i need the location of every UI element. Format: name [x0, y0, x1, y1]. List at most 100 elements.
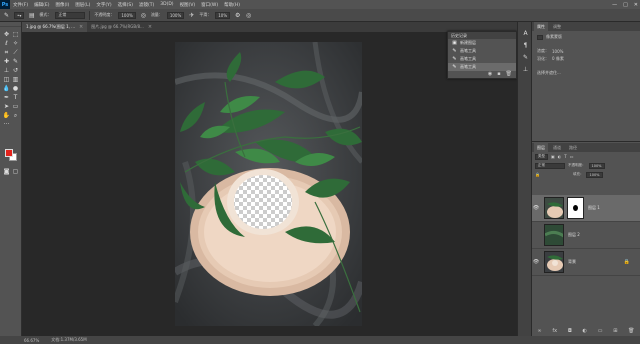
- blur-tool-icon[interactable]: 💧: [2, 84, 11, 93]
- camera-icon[interactable]: ▪: [497, 71, 500, 77]
- maximize-button[interactable]: □: [623, 2, 628, 8]
- foreground-color-swatch[interactable]: [5, 149, 13, 157]
- trash-icon[interactable]: 🗑: [506, 71, 512, 77]
- history-item[interactable]: ▣ 新建图层: [448, 39, 516, 47]
- fill-field[interactable]: 100%: [586, 171, 603, 178]
- brush-size-picker[interactable]: •▾: [14, 11, 25, 19]
- smoothing-field[interactable]: 10%: [215, 11, 231, 19]
- group-icon[interactable]: ▭: [598, 328, 603, 334]
- airbrush-icon[interactable]: ✈: [188, 12, 195, 19]
- layer-row[interactable]: 👁 背景 🔒: [532, 249, 640, 276]
- toolbar-grip[interactable]: [0, 22, 21, 27]
- dodge-tool-icon[interactable]: ●: [11, 84, 20, 93]
- screen-mode-icon[interactable]: ▢: [11, 167, 20, 176]
- move-tool-icon[interactable]: ✥: [2, 30, 11, 39]
- layer-opacity-field[interactable]: 100%: [588, 162, 605, 169]
- path-select-icon[interactable]: ➤: [2, 102, 11, 111]
- visibility-eye-icon[interactable]: 👁: [532, 205, 540, 211]
- blend-mode-select[interactable]: 正常: [535, 162, 565, 169]
- document-canvas[interactable]: [175, 42, 362, 326]
- pressure-size-icon[interactable]: ◎: [245, 12, 252, 19]
- lasso-tool-icon[interactable]: ℓ: [2, 39, 11, 48]
- menu-layer[interactable]: 图层(L): [72, 2, 93, 8]
- pen-tool-icon[interactable]: ✒: [2, 93, 11, 102]
- refine-button[interactable]: 选择并遮住...: [537, 70, 561, 76]
- character-icon[interactable]: A: [521, 29, 530, 38]
- trash-icon[interactable]: 🗑: [628, 328, 634, 334]
- rectangle-tool-icon[interactable]: ▭: [11, 102, 20, 111]
- menu-select[interactable]: 选择(S): [115, 2, 136, 8]
- filter-adjust-icon[interactable]: ◐: [558, 154, 562, 159]
- minimize-button[interactable]: —: [612, 2, 617, 8]
- pressure-opacity-icon[interactable]: ◎: [140, 12, 147, 19]
- type-tool-icon[interactable]: T: [11, 93, 20, 102]
- crop-tool-icon[interactable]: ⌗: [2, 48, 11, 57]
- more-tools-icon[interactable]: ···: [2, 120, 11, 129]
- opacity-field[interactable]: 100%: [118, 11, 136, 19]
- gear-icon[interactable]: ⚙: [234, 12, 241, 19]
- new-layer-icon[interactable]: ⊞: [613, 328, 617, 334]
- canvas-area[interactable]: [22, 32, 517, 336]
- menu-help[interactable]: 帮助(H): [221, 2, 243, 8]
- filter-type-icon[interactable]: T: [564, 154, 566, 159]
- history-item-selected[interactable]: ✎ 画笔工具: [448, 63, 516, 71]
- lock-icons[interactable]: 🔒: [535, 172, 540, 177]
- quick-select-tool-icon[interactable]: ✧: [11, 39, 20, 48]
- history-item[interactable]: ✎ 画笔工具: [448, 55, 516, 63]
- layer-style-icon[interactable]: fx: [552, 328, 557, 334]
- flow-field[interactable]: 100%: [166, 11, 185, 19]
- close-button[interactable]: ✕: [634, 2, 638, 8]
- gradient-tool-icon[interactable]: ▥: [11, 75, 20, 84]
- tab-document-1[interactable]: 1.jpg @ 66.7%(图层 1, ... ×: [22, 22, 88, 32]
- tab-channels[interactable]: 通道: [550, 143, 564, 152]
- close-icon[interactable]: ×: [79, 24, 83, 30]
- paragraph-icon[interactable]: ¶: [521, 41, 530, 50]
- history-brush-icon[interactable]: ↺: [11, 66, 20, 75]
- filter-shape-icon[interactable]: ▭: [570, 154, 574, 159]
- document-info[interactable]: 文档:1.37M/3.65M: [51, 337, 86, 343]
- clone-stamp-icon[interactable]: ⊥: [2, 66, 11, 75]
- zoom-tool-icon[interactable]: ⌕: [11, 111, 20, 120]
- layer-kind-select[interactable]: 类型: [535, 153, 548, 160]
- snapshot-icon[interactable]: ◉: [488, 71, 492, 77]
- menu-file[interactable]: 文件(F): [10, 2, 31, 8]
- layer-mask-thumbnail[interactable]: [567, 197, 584, 219]
- tab-adjustments[interactable]: 调整: [550, 22, 564, 31]
- layer-row[interactable]: 👁 图层 1: [532, 195, 640, 222]
- menu-type[interactable]: 文字(Y): [93, 2, 114, 8]
- history-panel-header[interactable]: 历史记录: [448, 32, 516, 39]
- clone-source-icon[interactable]: ⊥: [521, 65, 530, 74]
- marquee-tool-icon[interactable]: ⬚: [11, 30, 20, 39]
- feather-value[interactable]: 0 像素: [552, 56, 564, 62]
- menu-3d[interactable]: 3D(D): [157, 2, 176, 7]
- tab-properties[interactable]: 属性: [534, 22, 548, 31]
- brush-tool-icon[interactable]: ✎: [3, 12, 10, 19]
- menu-filter[interactable]: 滤镜(T): [136, 2, 157, 8]
- add-mask-icon[interactable]: ◘: [568, 328, 572, 334]
- tab-document-2[interactable]: 图片.jpg @ 66.7%(RGB/8... ×: [87, 22, 157, 32]
- mode-select[interactable]: 正常: [55, 11, 86, 19]
- menu-window[interactable]: 窗口(W): [198, 2, 221, 8]
- adjustment-layer-icon[interactable]: ◐: [583, 328, 587, 334]
- link-layers-icon[interactable]: ∞: [537, 328, 541, 334]
- close-icon[interactable]: ×: [148, 24, 152, 30]
- hand-tool-icon[interactable]: ✋: [2, 111, 11, 120]
- visibility-eye-icon[interactable]: 👁: [532, 259, 540, 265]
- quick-mask-icon[interactable]: ◙: [2, 167, 11, 176]
- brush-tool-icon[interactable]: ✎: [11, 57, 20, 66]
- eraser-tool-icon[interactable]: ◫: [2, 75, 11, 84]
- tab-layers[interactable]: 图层: [534, 143, 548, 152]
- brush-presets-icon[interactable]: ✎: [521, 53, 530, 62]
- tab-paths[interactable]: 路径: [566, 143, 580, 152]
- menu-view[interactable]: 视图(V): [177, 2, 199, 8]
- eyedropper-tool-icon[interactable]: ⟋: [11, 48, 20, 57]
- zoom-level[interactable]: 66.67%: [24, 338, 39, 343]
- layer-row[interactable]: 图层 2: [532, 222, 640, 249]
- menu-edit[interactable]: 编辑(E): [31, 2, 52, 8]
- history-item[interactable]: ✎ 画笔工具: [448, 47, 516, 55]
- healing-brush-icon[interactable]: ✚: [2, 57, 11, 66]
- filter-pixel-icon[interactable]: ▣: [551, 154, 555, 159]
- brush-settings-icon[interactable]: ▤: [28, 12, 35, 19]
- density-value[interactable]: 100%: [552, 49, 563, 54]
- menu-image[interactable]: 图像(I): [52, 2, 72, 8]
